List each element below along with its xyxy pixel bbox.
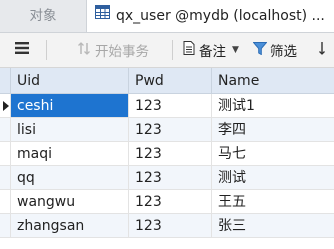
hamburger-icon <box>15 42 29 58</box>
table-grid-icon <box>95 0 110 31</box>
current-row-arrow-icon <box>3 101 9 111</box>
cell-name[interactable]: 测试1 <box>212 94 334 118</box>
tab-qx-user-table[interactable]: qx_user @mydb (localhost) ... <box>86 0 334 32</box>
cell-name[interactable]: 李四 <box>212 118 334 142</box>
cell-pwd[interactable]: 123 <box>129 142 212 166</box>
cell-uid[interactable]: zhangsan <box>11 214 129 238</box>
cell-pwd[interactable]: 123 <box>129 190 212 214</box>
note-icon <box>183 41 195 59</box>
transaction-icon <box>78 41 90 59</box>
cell-name[interactable]: 张三 <box>212 214 334 238</box>
cell-pwd[interactable]: 123 <box>129 94 212 118</box>
sort-button[interactable] <box>319 33 329 67</box>
column-header-pwd[interactable]: Pwd <box>129 68 212 94</box>
toolbar-divider <box>46 40 47 60</box>
note-button[interactable]: 备注 ▼ <box>183 33 239 67</box>
cell-uid[interactable]: maqi <box>11 142 129 166</box>
begin-transaction-label: 开始事务 <box>95 44 149 60</box>
cell-pwd[interactable]: 123 <box>129 118 212 142</box>
column-header-uid[interactable]: Uid <box>11 68 129 94</box>
menu-button[interactable] <box>9 33 35 67</box>
cell-pwd[interactable]: 123 <box>129 166 212 190</box>
cell-name[interactable]: 测试 <box>212 166 334 190</box>
cell-pwd[interactable]: 123 <box>129 214 212 238</box>
table-row[interactable]: lisi 123 李四 <box>0 118 334 142</box>
note-label: 备注 <box>199 44 226 60</box>
table-row[interactable]: qq 123 测试 <box>0 166 334 190</box>
filter-button[interactable]: 筛选 <box>252 33 297 67</box>
sort-icon <box>319 41 329 59</box>
tab-objects[interactable]: 对象 <box>0 0 86 32</box>
tab-title: qx_user @mydb (localhost) ... <box>116 8 325 24</box>
toolbar-divider <box>172 40 173 60</box>
filter-icon <box>252 41 268 59</box>
table-row[interactable]: ceshi 123 测试1 <box>0 94 334 118</box>
toolbar: 开始事务 备注 ▼ 筛选 <box>0 33 334 68</box>
row-indicator <box>0 166 11 190</box>
cell-name[interactable]: 王五 <box>212 190 334 214</box>
table-row[interactable]: zhangsan 123 张三 <box>0 214 334 238</box>
cell-name[interactable]: 马七 <box>212 142 334 166</box>
row-indicator-header <box>0 68 11 94</box>
table-row[interactable]: wangwu 123 王五 <box>0 190 334 214</box>
cell-uid[interactable]: wangwu <box>11 190 129 214</box>
filter-label: 筛选 <box>270 44 297 60</box>
row-indicator <box>0 142 11 166</box>
caret-down-icon: ▼ <box>232 45 239 55</box>
tab-bar: 对象 qx_user @mydb (localhost) ... <box>0 0 334 33</box>
row-indicator <box>0 190 11 214</box>
column-header-name[interactable]: Name <box>212 68 334 94</box>
begin-transaction-button[interactable]: 开始事务 <box>78 33 149 67</box>
row-indicator <box>0 94 11 118</box>
row-indicator <box>0 214 11 238</box>
cell-uid[interactable]: qq <box>11 166 129 190</box>
cell-uid[interactable]: lisi <box>11 118 129 142</box>
cell-uid[interactable]: ceshi <box>11 94 129 118</box>
row-indicator <box>0 118 11 142</box>
table-row[interactable]: maqi 123 马七 <box>0 142 334 166</box>
